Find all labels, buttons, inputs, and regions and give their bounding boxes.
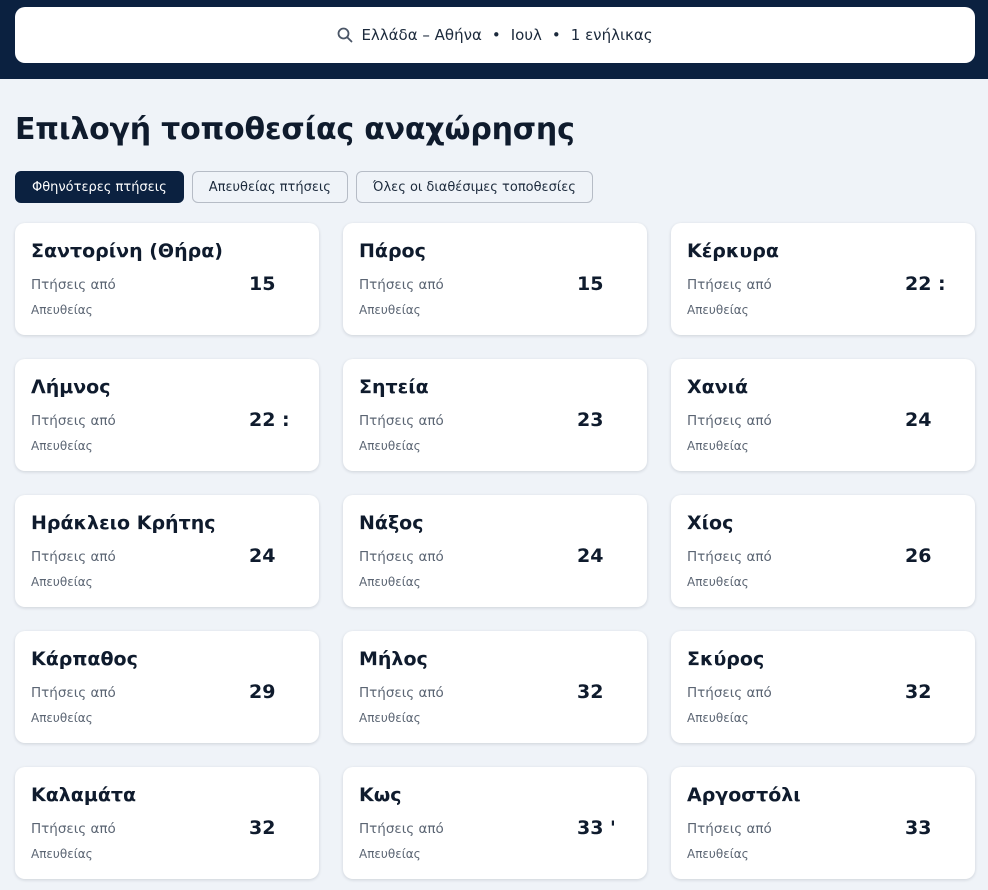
direct-label: Απευθείας <box>687 439 749 453</box>
destination-name: Σκύρος <box>687 648 765 670</box>
destination-card[interactable]: Σκύρος Πτήσεις από Απευθείας 32 <box>671 631 975 743</box>
destination-name: Χίος <box>687 512 734 534</box>
price-value: 22 : <box>905 273 946 295</box>
destination-card[interactable]: Πάρος Πτήσεις από Απευθείας 15 <box>343 223 647 335</box>
direct-label: Απευθείας <box>31 303 93 317</box>
separator-dot: • <box>551 26 561 44</box>
flights-from-label: Πτήσεις από <box>359 549 444 565</box>
destination-name: Σαντορίνη (Θήρα) <box>31 240 223 262</box>
destination-card[interactable]: Νάξος Πτήσεις από Απευθείας 24 <box>343 495 647 607</box>
flights-from-label: Πτήσεις από <box>31 821 116 837</box>
direct-label: Απευθείας <box>359 303 421 317</box>
destination-card[interactable]: Σητεία Πτήσεις από Απευθείας 23 <box>343 359 647 471</box>
direct-label: Απευθείας <box>31 439 93 453</box>
flights-from-label: Πτήσεις από <box>31 413 116 429</box>
direct-label: Απευθείας <box>31 847 93 861</box>
filter-tabs: Φθηνότερες πτήσεις Απευθείας πτήσεις Όλε… <box>15 171 593 203</box>
price-value: 22 : <box>249 409 290 431</box>
price-value: 32 <box>577 681 604 703</box>
destination-name: Σητεία <box>359 376 429 398</box>
search-travellers: 1 ενήλικας <box>570 26 653 44</box>
destination-card[interactable]: Σαντορίνη (Θήρα) Πτήσεις από Απευθείας 15 <box>15 223 319 335</box>
destination-name: Κάρπαθος <box>31 648 138 670</box>
flights-from-label: Πτήσεις από <box>687 549 772 565</box>
direct-label: Απευθείας <box>687 847 749 861</box>
direct-label: Απευθείας <box>31 575 93 589</box>
search-summary-bar[interactable]: Ελλάδα – Αθήνα • Ιουλ • 1 ενήλικας <box>15 7 975 63</box>
destination-name: Κέρκυρα <box>687 240 779 262</box>
price-value: 15 <box>577 273 604 295</box>
direct-label: Απευθείας <box>687 303 749 317</box>
price-value: 32 <box>905 681 932 703</box>
tab-cheapest-flights[interactable]: Φθηνότερες πτήσεις <box>15 171 184 203</box>
destination-card[interactable]: Καλαμάτα Πτήσεις από Απευθείας 32 <box>15 767 319 879</box>
tab-direct-flights[interactable]: Απευθείας πτήσεις <box>191 171 348 203</box>
destination-card[interactable]: Ηράκλειο Κρήτης Πτήσεις από Απευθείας 24 <box>15 495 319 607</box>
destination-name: Ηράκλειο Κρήτης <box>31 512 216 534</box>
flights-from-label: Πτήσεις από <box>687 277 772 293</box>
search-icon <box>337 27 353 43</box>
price-value: 23 <box>577 409 604 431</box>
flights-from-label: Πτήσεις από <box>31 549 116 565</box>
destination-name: Αργοστόλι <box>687 784 801 806</box>
destination-card[interactable]: Κέρκυρα Πτήσεις από Απευθείας 22 : <box>671 223 975 335</box>
flights-from-label: Πτήσεις από <box>359 277 444 293</box>
flights-from-label: Πτήσεις από <box>687 413 772 429</box>
tab-all-locations[interactable]: Όλες οι διαθέσιμες τοποθεσίες <box>355 171 593 203</box>
price-value: 24 <box>905 409 932 431</box>
page-title: Επιλογή τοποθεσίας αναχώρησης <box>15 112 575 147</box>
destination-name: Χανιά <box>687 376 749 398</box>
flights-from-label: Πτήσεις από <box>359 413 444 429</box>
price-value: 33 <box>905 817 932 839</box>
price-value: 33 ' <box>577 817 616 839</box>
flights-from-label: Πτήσεις από <box>31 277 116 293</box>
destination-card[interactable]: Μήλος Πτήσεις από Απευθείας 32 <box>343 631 647 743</box>
search-destination: Ελλάδα – Αθήνα <box>361 26 482 44</box>
destination-name: Νάξος <box>359 512 424 534</box>
top-header: Ελλάδα – Αθήνα • Ιουλ • 1 ενήλικας <box>0 0 988 79</box>
destination-card[interactable]: Χίος Πτήσεις από Απευθείας 26 <box>671 495 975 607</box>
direct-label: Απευθείας <box>359 439 421 453</box>
flights-from-label: Πτήσεις από <box>359 821 444 837</box>
price-value: 32 <box>249 817 276 839</box>
price-value: 24 <box>577 545 604 567</box>
destination-name: Καλαμάτα <box>31 784 137 806</box>
destination-name: Πάρος <box>359 240 426 262</box>
price-value: 24 <box>249 545 276 567</box>
destination-name: Λήμνος <box>31 376 111 398</box>
direct-label: Απευθείας <box>687 711 749 725</box>
direct-label: Απευθείας <box>359 711 421 725</box>
direct-label: Απευθείας <box>359 575 421 589</box>
direct-label: Απευθείας <box>31 711 93 725</box>
flights-from-label: Πτήσεις από <box>31 685 116 701</box>
price-value: 29 <box>249 681 276 703</box>
flights-from-label: Πτήσεις από <box>687 685 772 701</box>
destination-card[interactable]: Αργοστόλι Πτήσεις από Απευθείας 33 <box>671 767 975 879</box>
separator-dot: • <box>491 26 501 44</box>
destination-name: Κως <box>359 784 402 806</box>
direct-label: Απευθείας <box>687 575 749 589</box>
destination-card[interactable]: Λήμνος Πτήσεις από Απευθείας 22 : <box>15 359 319 471</box>
flights-from-label: Πτήσεις από <box>687 821 772 837</box>
destination-card[interactable]: Χανιά Πτήσεις από Απευθείας 24 <box>671 359 975 471</box>
direct-label: Απευθείας <box>359 847 421 861</box>
destination-card[interactable]: Κάρπαθος Πτήσεις από Απευθείας 29 <box>15 631 319 743</box>
destination-card[interactable]: Κως Πτήσεις από Απευθείας 33 ' <box>343 767 647 879</box>
search-month: Ιουλ <box>510 26 542 44</box>
flights-from-label: Πτήσεις από <box>359 685 444 701</box>
price-value: 15 <box>249 273 276 295</box>
destination-grid: Σαντορίνη (Θήρα) Πτήσεις από Απευθείας 15 Πά… <box>15 223 975 879</box>
price-value: 26 <box>905 545 932 567</box>
destination-name: Μήλος <box>359 648 428 670</box>
